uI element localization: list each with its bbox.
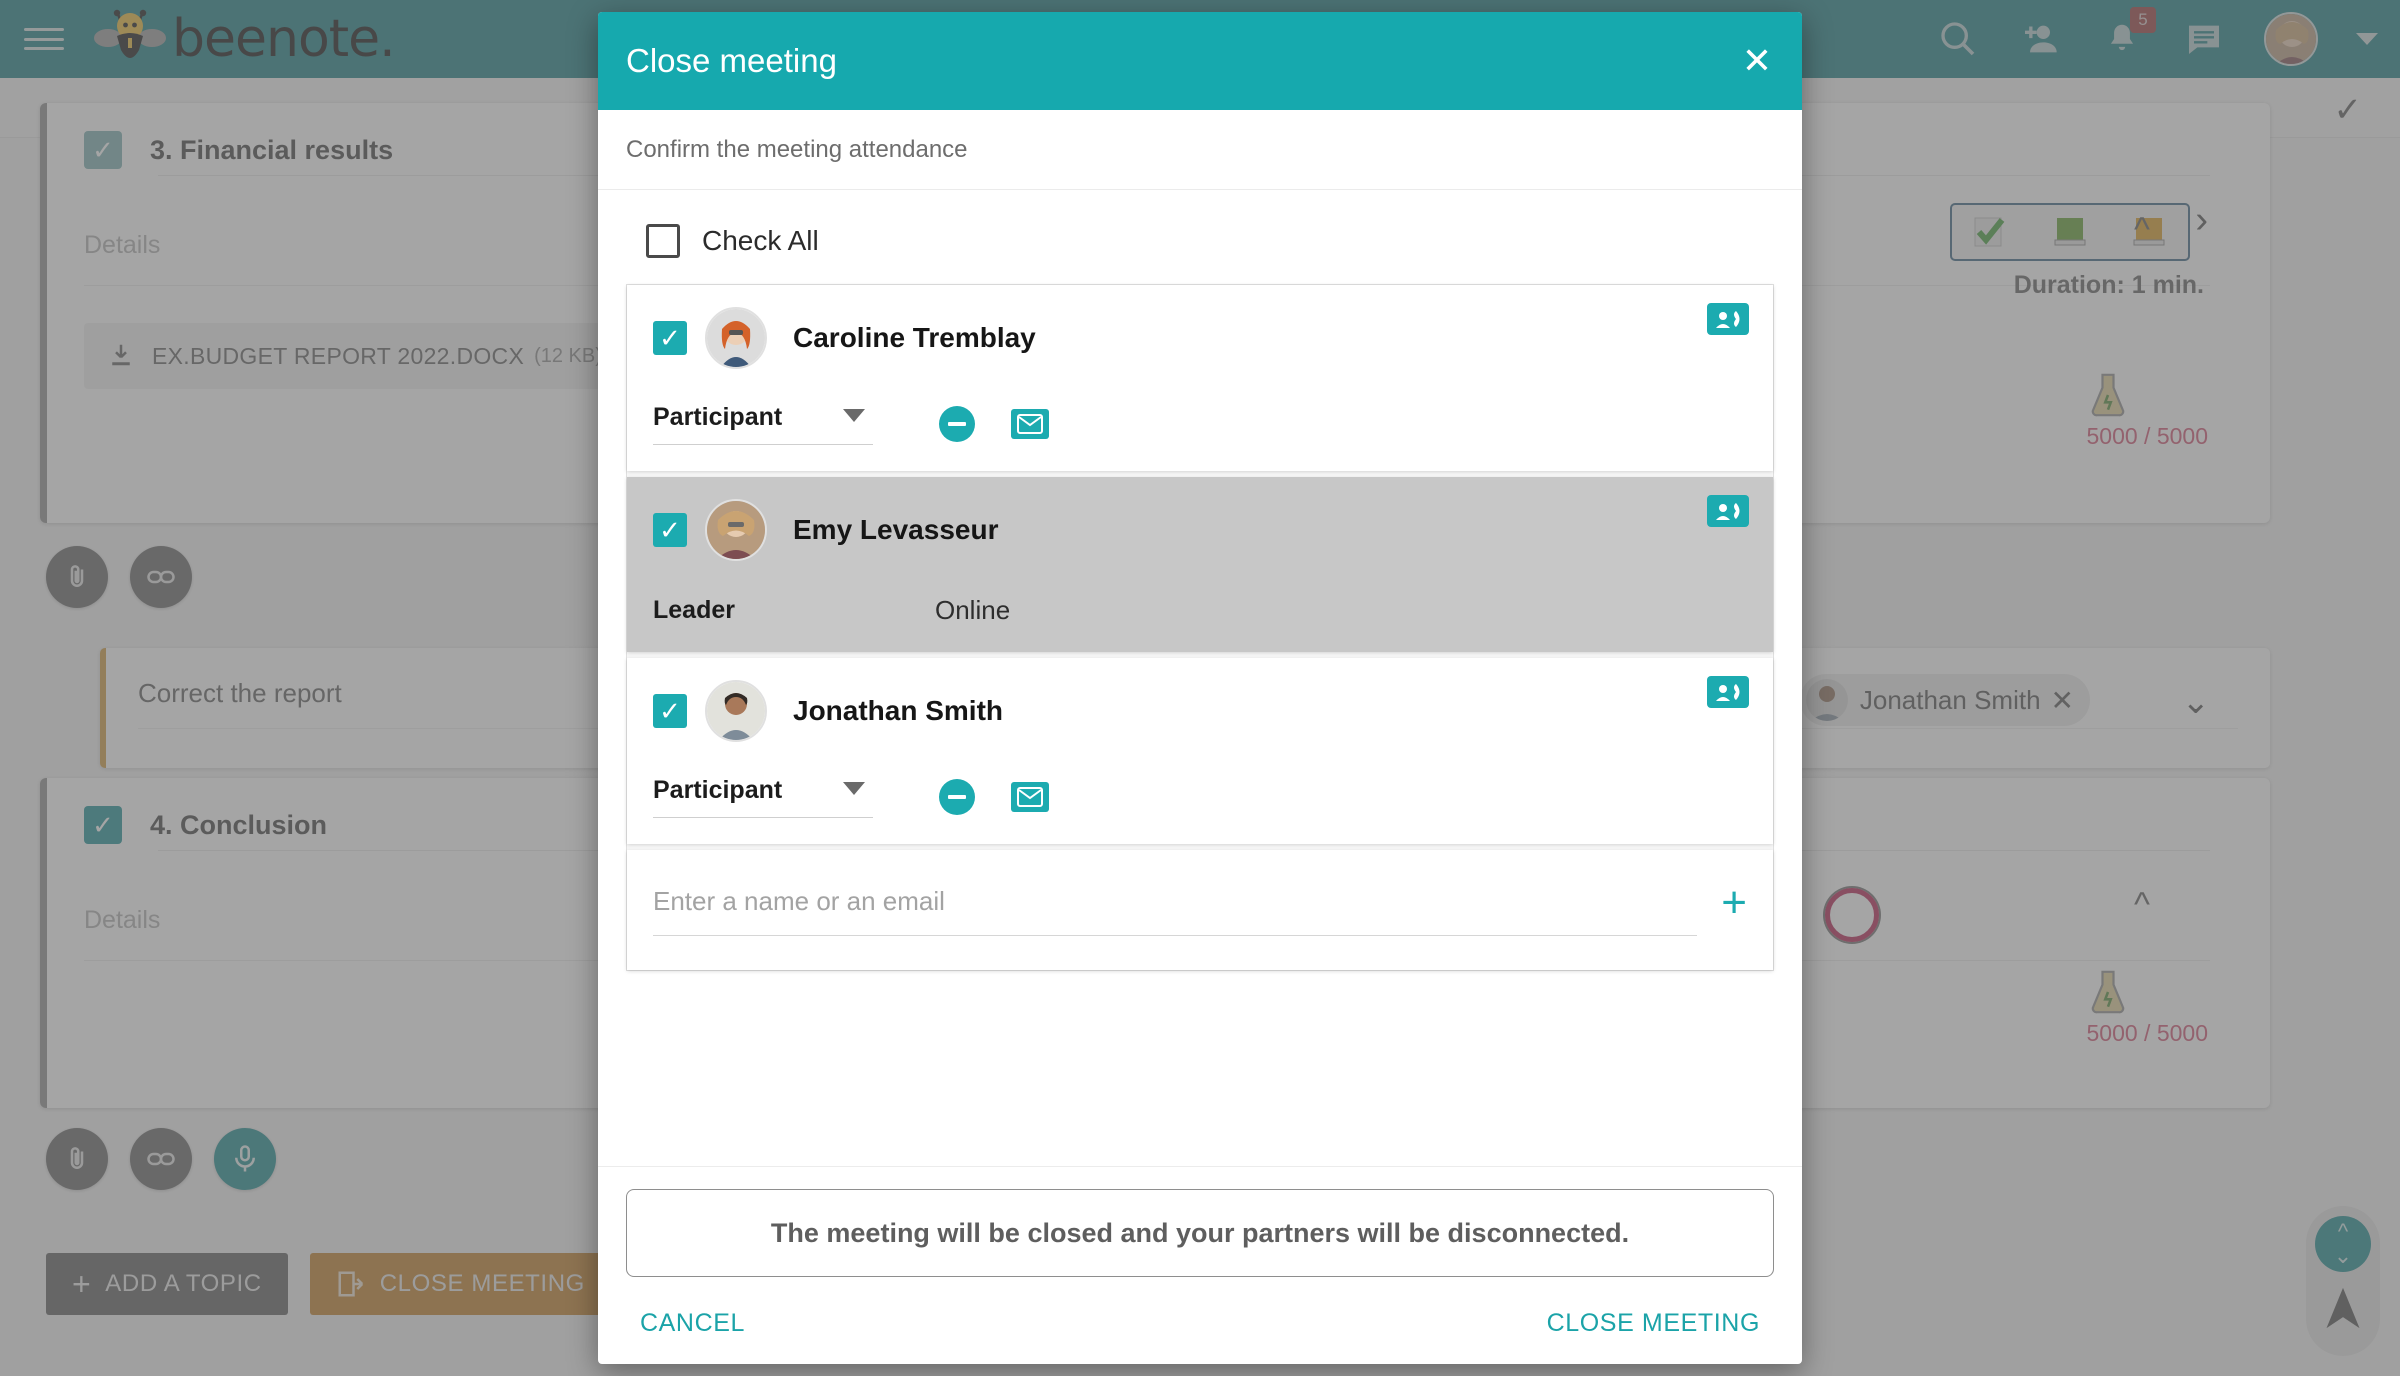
cancel-button[interactable]: CANCEL: [640, 1309, 745, 1338]
participant-checkbox[interactable]: ✓: [653, 513, 687, 547]
dialog-title: Close meeting: [626, 42, 837, 79]
participant-role-value: Participant: [653, 403, 783, 431]
check-all-checkbox[interactable]: [646, 224, 680, 258]
participant-top-row: ✓ Caroline Tremblay: [653, 303, 1749, 369]
participant-name: Caroline Tremblay: [793, 322, 1036, 353]
participant-status: Online: [935, 595, 1011, 625]
participant-bottom-row: Participant: [653, 403, 1747, 445]
check-all-row[interactable]: Check All: [626, 216, 1774, 284]
minus-circle-icon[interactable]: [939, 406, 975, 442]
contact-card-icon[interactable]: [1707, 495, 1749, 527]
contact-card-icon[interactable]: [1707, 676, 1749, 708]
check-all-label: Check All: [702, 225, 819, 256]
participant-list: ✓ Caroline Tremblay Participant ✓ Emy Le…: [626, 284, 1774, 971]
chevron-down-icon: [843, 409, 865, 422]
add-participant-input[interactable]: Enter a name or an email: [653, 886, 1698, 936]
close-meeting-dialog: Close meeting ✕ Confirm the meeting atte…: [598, 12, 1802, 1364]
add-participant-row: Enter a name or an email +: [627, 850, 1773, 970]
envelope-icon[interactable]: [1011, 782, 1049, 812]
participant-card[interactable]: ✓ Caroline Tremblay Participant: [627, 285, 1773, 471]
participant-bottom-row: Leader Online: [653, 595, 1747, 626]
participant-name: Jonathan Smith: [793, 695, 1004, 726]
participant-role-select[interactable]: Participant: [653, 776, 873, 818]
plus-icon[interactable]: +: [1721, 881, 1747, 925]
participant-bottom-row: Participant: [653, 776, 1747, 818]
participant-checkbox[interactable]: ✓: [653, 694, 687, 728]
envelope-icon[interactable]: [1011, 409, 1049, 439]
dialog-header: Close meeting ✕: [598, 12, 1802, 110]
app-root: beenote. 5: [0, 0, 2400, 1376]
dialog-footer: The meeting will be closed and your part…: [598, 1166, 1802, 1364]
participant-avatar: [705, 680, 767, 742]
contact-card-icon[interactable]: [1707, 303, 1749, 335]
minus-circle-icon[interactable]: [939, 779, 975, 815]
participant-card[interactable]: ✓ Jonathan Smith Participant: [627, 658, 1773, 844]
participant-avatar: [705, 307, 767, 369]
warning-text: The meeting will be closed and your part…: [770, 1217, 1630, 1248]
participant-name: Emy Levasseur: [793, 514, 999, 545]
participant-role-select[interactable]: Participant: [653, 403, 873, 445]
warning-box: The meeting will be closed and your part…: [626, 1189, 1774, 1277]
participant-checkbox[interactable]: ✓: [653, 321, 687, 355]
participant-role-value: Participant: [653, 776, 783, 804]
close-icon[interactable]: ✕: [1742, 43, 1772, 79]
participant-top-row: ✓ Jonathan Smith: [653, 676, 1749, 742]
participant-role-value: Leader: [653, 596, 735, 624]
footer-actions: CANCEL CLOSE MEETING: [626, 1309, 1774, 1338]
dialog-body: Check All ✓ Caroline Tremblay Participan…: [598, 190, 1802, 1166]
dialog-subtitle: Confirm the meeting attendance: [598, 110, 1802, 190]
participant-card[interactable]: ✓ Emy Levasseur Leader Online: [627, 477, 1773, 652]
participant-avatar: [705, 499, 767, 561]
chevron-down-icon: [843, 782, 865, 795]
participant-top-row: ✓ Emy Levasseur: [653, 495, 1749, 561]
confirm-close-meeting-button[interactable]: CLOSE MEETING: [1547, 1309, 1760, 1338]
